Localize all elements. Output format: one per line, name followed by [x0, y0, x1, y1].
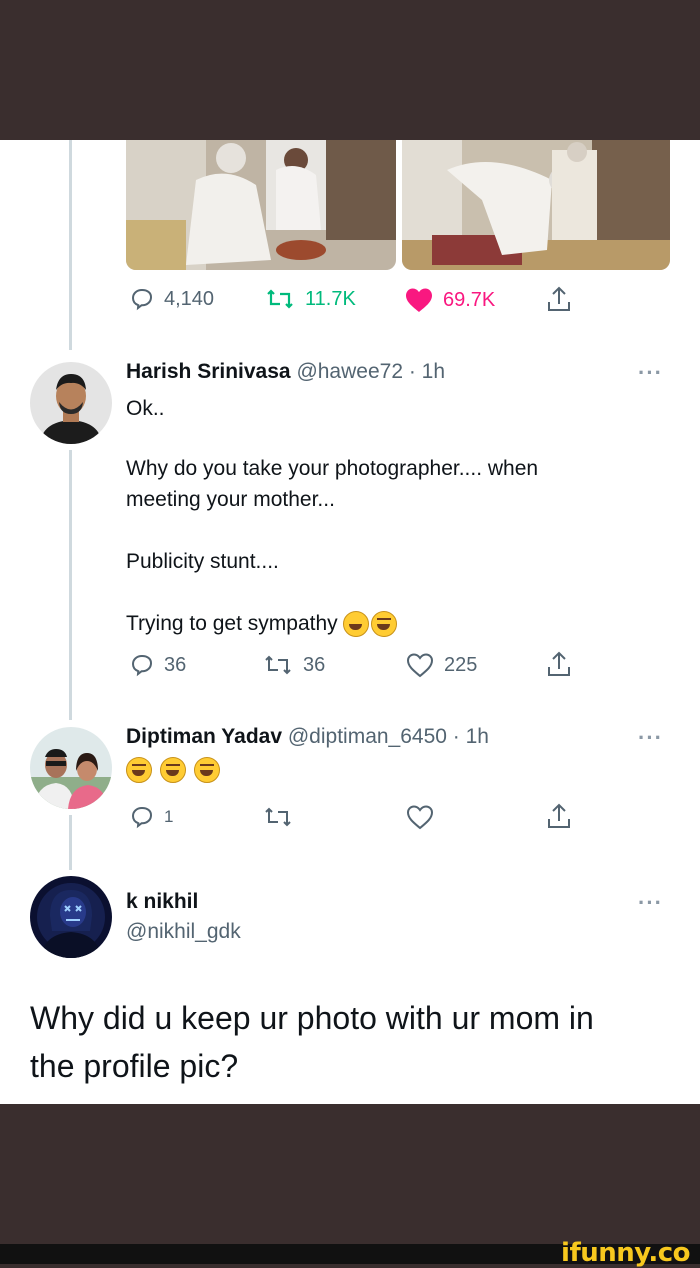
display-name[interactable]: Diptiman Yadav — [126, 725, 282, 748]
tweet-thread-card: 4,140 11.7K 69.7K Harish Srinivasa @hawe… — [0, 140, 700, 1104]
avatar[interactable] — [30, 362, 112, 444]
display-name[interactable]: k nikhil — [126, 890, 198, 914]
avatar[interactable] — [30, 727, 112, 809]
user-handle[interactable]: @hawee72 — [296, 360, 403, 383]
reply-header: Diptiman Yadav @diptiman_6450 · 1h — [126, 725, 489, 749]
thread-line — [69, 140, 72, 350]
more-options-icon[interactable]: ··· — [638, 360, 663, 386]
thread-line — [69, 815, 72, 870]
reply-count-button[interactable]: 36 — [130, 653, 186, 677]
share-button[interactable] — [546, 650, 572, 678]
timestamp[interactable]: · 1h — [453, 725, 489, 748]
tweet-photo-left[interactable] — [126, 140, 396, 270]
heart-filled-icon — [406, 288, 432, 312]
reply-text-line: Publicity stunt.... — [126, 550, 279, 573]
retweet-button[interactable] — [263, 805, 293, 829]
heart-outline-icon — [406, 653, 434, 678]
reply-count: 36 — [164, 653, 187, 676]
like-count-button[interactable]: 69.7K — [405, 287, 495, 313]
heart-outline-icon — [406, 805, 434, 830]
reply-text-line: meeting your mother... — [126, 488, 335, 511]
reply-count-button[interactable]: 4,140 — [130, 287, 214, 311]
reply-icon — [131, 288, 153, 311]
reply-text-line: Trying to get sympathy — [126, 612, 338, 635]
like-count: 225 — [444, 653, 478, 676]
thread-line — [69, 450, 72, 720]
grinning-sweat-emoji — [343, 611, 370, 638]
reply-count: 1 — [164, 807, 174, 826]
more-options-icon[interactable]: ··· — [638, 890, 663, 916]
user-handle[interactable]: @diptiman_6450 — [288, 725, 447, 748]
retweet-icon — [265, 655, 291, 675]
share-icon — [548, 803, 570, 828]
top-dark-border — [0, 0, 700, 140]
tweet-photo-right[interactable] — [402, 140, 670, 270]
like-button[interactable] — [406, 804, 434, 830]
share-icon — [548, 651, 570, 676]
reply-icon — [131, 654, 153, 677]
retweet-icon — [265, 807, 291, 827]
reply-count-button[interactable]: 1 — [130, 805, 173, 829]
laughing-emoji — [126, 757, 152, 784]
reply-header: Harish Srinivasa @hawee72 · 1h — [126, 360, 445, 384]
like-count-button[interactable]: 225 — [406, 652, 477, 678]
share-button[interactable] — [546, 285, 572, 313]
tweet-text-line: Why did u keep ur photo with ur mom in — [30, 1000, 594, 1036]
more-options-icon[interactable]: ··· — [638, 725, 663, 751]
rolling-laughing-emoji — [371, 611, 398, 638]
reply-text-line: Why do you take your photographer.... wh… — [126, 457, 539, 480]
tweet-text-line: the profile pic? — [30, 1048, 239, 1084]
reply-icon — [131, 806, 153, 829]
reply-text-line-with-emoji: Trying to get sympathy — [126, 608, 646, 639]
retweet-count-button[interactable]: 11.7K — [265, 287, 356, 311]
like-count: 69.7K — [443, 288, 496, 311]
retweet-count-button[interactable]: 36 — [263, 653, 325, 677]
laughing-emoji — [159, 757, 186, 784]
display-name[interactable]: Harish Srinivasa — [126, 360, 291, 383]
retweet-icon — [267, 289, 293, 309]
avatar[interactable] — [30, 876, 112, 958]
retweet-count: 11.7K — [305, 287, 356, 310]
share-icon — [548, 286, 570, 311]
reply-emoji-text — [126, 754, 646, 785]
retweet-count: 36 — [303, 653, 326, 676]
reply-text-line: Ok.. — [126, 397, 165, 420]
share-button[interactable] — [546, 802, 572, 830]
user-handle[interactable]: @nikhil_gdk — [126, 920, 241, 944]
timestamp[interactable]: · 1h — [409, 360, 445, 383]
laughing-emoji — [193, 757, 220, 784]
reply-count: 4,140 — [164, 287, 215, 310]
